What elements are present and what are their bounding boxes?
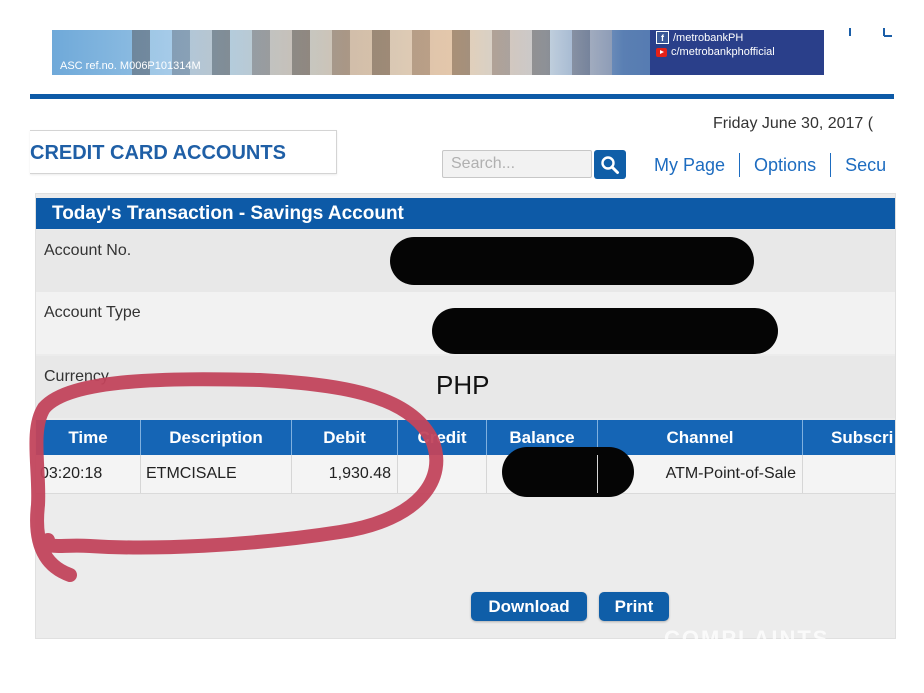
account-type-label: Account Type	[44, 304, 141, 321]
top-nav: My Page Options Secu	[654, 153, 886, 177]
print-button[interactable]: Print	[599, 592, 669, 621]
col-time[interactable]: Time	[36, 420, 140, 455]
header-icons[interactable]	[846, 24, 896, 45]
account-number-label: Account No.	[44, 242, 132, 259]
currency-value: PHP	[436, 370, 490, 400]
nav-separator	[830, 153, 832, 177]
youtube-handle: c/metrobankphofficial	[671, 46, 775, 58]
cell-subscriber	[803, 455, 895, 493]
promo-banner[interactable]: ASC ref.no. M006P101314M f /metrobankPH …	[52, 30, 824, 75]
nav-security[interactable]: Secu	[845, 155, 886, 176]
youtube-link[interactable]: c/metrobankphofficial	[656, 46, 775, 58]
facebook-handle: /metrobankPH	[673, 31, 744, 44]
table-row[interactable]: 03:20:18 ETMCISALE 1,930.48 ATM-Point-of…	[36, 447, 895, 497]
download-button[interactable]: Download	[471, 592, 587, 621]
current-date: Friday June 30, 2017 (	[713, 115, 874, 132]
col-channel[interactable]: Channel	[598, 420, 802, 455]
section-title: CREDIT CARD ACCOUNTS	[30, 142, 286, 164]
asc-ref-text: ASC ref.no. M006P101314M	[60, 60, 201, 72]
redaction-account-type	[432, 308, 778, 354]
account-type-row: Account Type	[36, 292, 895, 354]
header-icons-glyphs	[849, 28, 892, 37]
facebook-link[interactable]: f /metrobankPH	[656, 31, 743, 44]
search-icon	[601, 155, 619, 174]
currency-label: Currency	[44, 368, 109, 385]
cell-time: 03:20:18	[40, 465, 103, 482]
transactions-table-header: Time Description Debit Credit Balance Ch…	[36, 420, 895, 455]
section-tab[interactable]: CREDIT CARD ACCOUNTS	[30, 130, 337, 174]
nav-options[interactable]: Options	[754, 155, 816, 176]
col-description[interactable]: Description	[141, 420, 291, 455]
cell-divider	[140, 455, 141, 493]
search-button[interactable]	[594, 150, 626, 179]
panel-header: Today's Transaction - Savings Account	[36, 198, 895, 229]
watermark: COMPLAINTS	[664, 626, 830, 651]
redaction-account-number	[390, 237, 754, 285]
cell-divider	[486, 455, 487, 493]
banner-photo	[132, 30, 612, 75]
cell-channel: ATM-Point-of-Sale	[665, 465, 796, 482]
facebook-icon: f	[656, 31, 669, 44]
social-box: f /metrobankPH c/metrobankphofficial	[650, 30, 824, 75]
currency-row: Currency PHP	[36, 356, 895, 418]
cell-credit	[398, 455, 486, 493]
cell-debit: 1,930.48	[328, 465, 391, 482]
youtube-icon	[656, 47, 667, 57]
panel-title: Today's Transaction - Savings Account	[52, 203, 404, 224]
account-number-row: Account No.	[36, 230, 895, 292]
cell-description: ETMCISALE	[146, 465, 237, 482]
transaction-panel: Today's Transaction - Savings Account Ac…	[35, 193, 896, 651]
col-subscriber[interactable]: Subscri	[803, 420, 913, 455]
nav-my-page[interactable]: My Page	[654, 155, 725, 176]
header-divider	[30, 94, 894, 99]
col-debit[interactable]: Debit	[292, 420, 397, 455]
col-credit[interactable]: Credit	[398, 420, 486, 455]
search-input[interactable]	[442, 150, 592, 178]
nav-separator	[739, 153, 741, 177]
